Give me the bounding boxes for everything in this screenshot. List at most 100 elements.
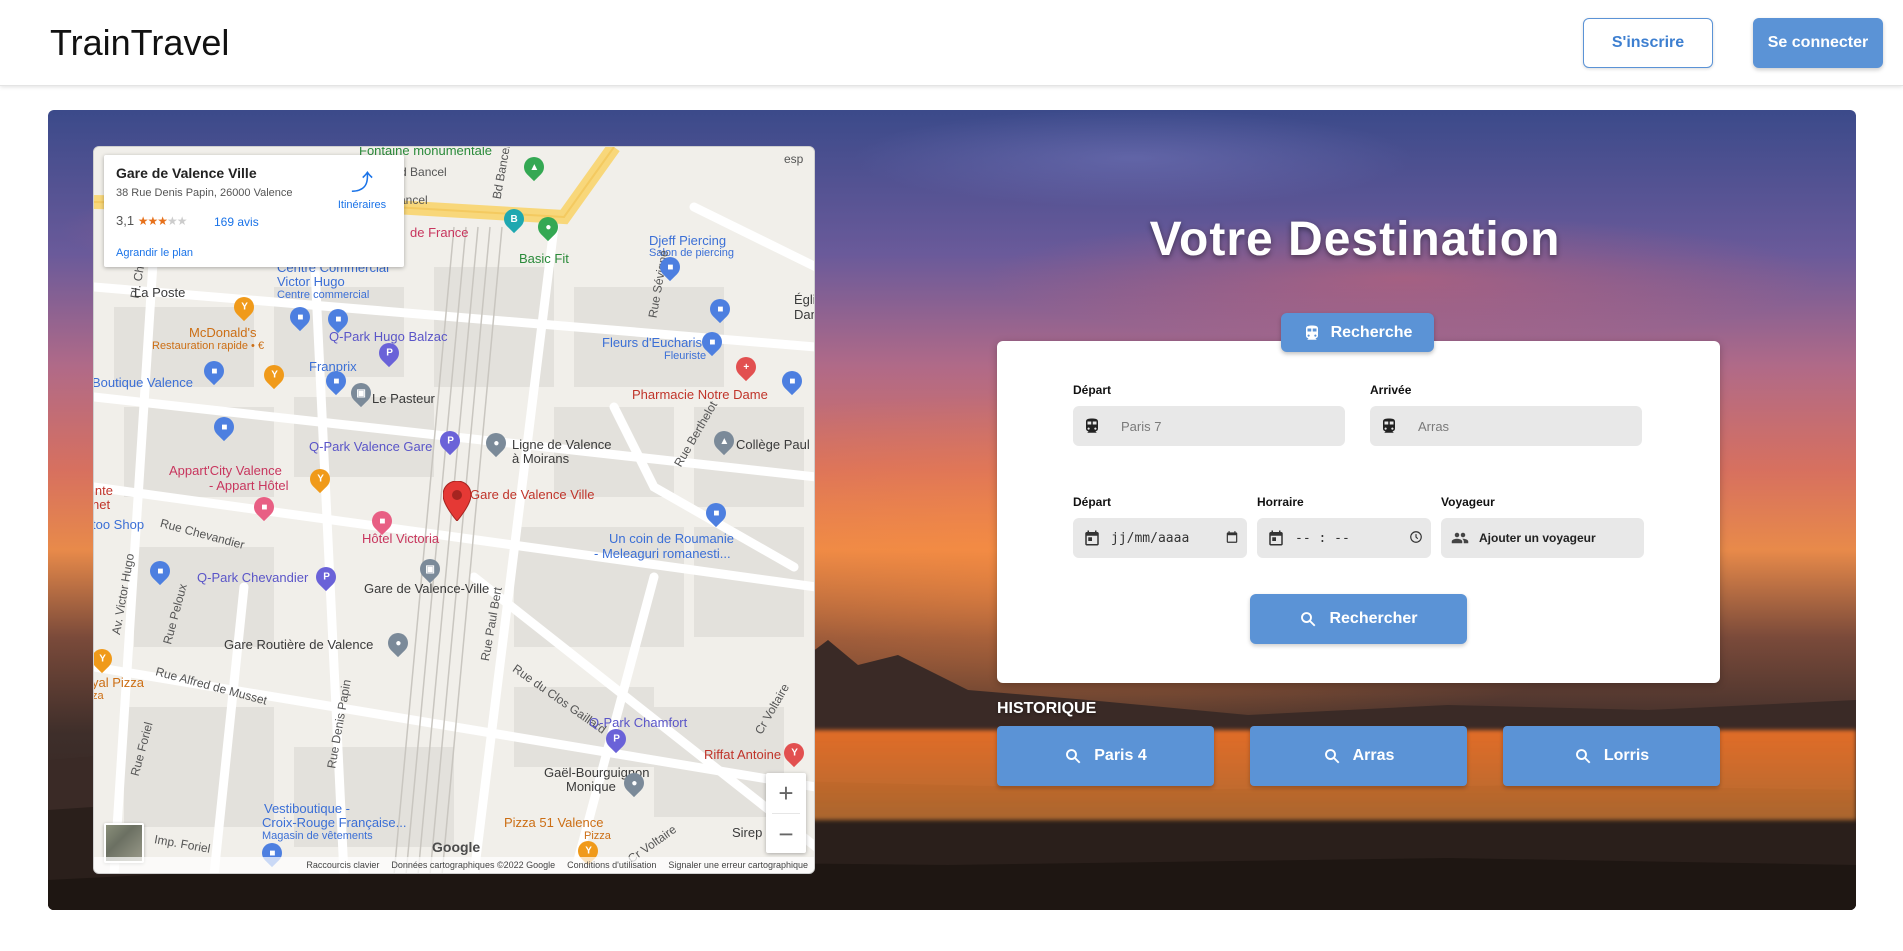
search-tab[interactable]: Recherche	[1281, 313, 1434, 352]
map-label: yal Pizza	[93, 675, 145, 690]
map-label: Djeff Piercing	[649, 233, 727, 248]
search-icon	[1066, 749, 1081, 764]
history-item-button[interactable]: Arras	[1250, 726, 1467, 786]
map-label: Le Pasteur	[372, 391, 435, 406]
calendar-picker-icon[interactable]	[1225, 530, 1239, 549]
directions-button[interactable]: ⤴ Itinéraires	[330, 165, 394, 211]
add-traveler-button[interactable]: Ajouter un voyageur	[1441, 518, 1644, 558]
map-label: Fleurs d'Eucharis	[602, 335, 703, 350]
search-tab-label: Recherche	[1330, 323, 1413, 341]
register-button[interactable]: S'inscrire	[1583, 18, 1713, 68]
rating-value: 3,1	[116, 213, 135, 228]
map-label: Dam	[794, 307, 814, 322]
map-label: - Appart Hôtel	[209, 478, 289, 493]
site-logo[interactable]: TrainTravel	[50, 22, 229, 64]
map-label: McDonald's	[189, 325, 257, 340]
filled-stars: ★★★	[137, 214, 168, 228]
map-label: net	[93, 497, 111, 512]
history-item-label: Paris 4	[1094, 747, 1147, 764]
traveler-label: Voyageur	[1441, 495, 1495, 509]
map-label: Magasin de vêtements	[262, 830, 373, 842]
people-icon	[1441, 529, 1479, 547]
empty-stars: ★★	[166, 214, 187, 228]
calendar-icon	[1073, 529, 1111, 547]
history-title: HISTORIQUE	[997, 700, 1097, 717]
map-label: Un coin de Roumanie	[609, 531, 735, 546]
map-label: Ligne de Valence	[512, 437, 612, 452]
search-submit-button[interactable]: Rechercher	[1250, 594, 1467, 644]
time-label: Horraire	[1257, 495, 1304, 509]
map-data-credit: Données cartographiques ©2022 Google	[391, 860, 556, 870]
search-icon	[1575, 749, 1591, 764]
top-header: TrainTravel S'inscrire Se connecter	[0, 0, 1903, 86]
map-label: Riffat Antoine	[704, 747, 782, 762]
map-label: à Moirans	[512, 451, 570, 466]
google-map[interactable]: Fontaine monumentale Bd Bancel Bd Bancel…	[93, 146, 815, 874]
directions-icon: ⤴	[350, 170, 373, 195]
time-field[interactable]: -- : --	[1257, 518, 1431, 558]
map-label: Vestiboutique -	[264, 801, 351, 816]
history-item-button[interactable]: Paris 4	[997, 726, 1214, 786]
clock-icon[interactable]	[1409, 530, 1423, 549]
map-label: Monique	[566, 779, 616, 794]
terms-link[interactable]: Conditions d'utilisation	[567, 860, 656, 870]
keyboard-shortcuts-link[interactable]: Raccourcis clavier	[306, 860, 379, 870]
departure-field[interactable]: Paris 7	[1073, 406, 1345, 446]
map-label: Centre commercial	[277, 289, 370, 301]
search-icon	[1324, 749, 1340, 764]
departure-input-placeholder: Paris 7	[1121, 418, 1162, 434]
map-label: de France	[410, 225, 469, 240]
rating-stars-icon: ★★★★★	[137, 214, 188, 228]
add-traveler-label: Ajouter un voyageur	[1479, 531, 1596, 545]
map-label: Q-Park Valence Gare	[309, 439, 433, 454]
history-item-button[interactable]: Lorris	[1503, 726, 1720, 786]
reviews-link[interactable]: 169 avis	[214, 215, 259, 229]
departure-label: Départ	[1073, 383, 1112, 397]
train-icon	[1370, 417, 1408, 435]
map-label: Égli	[794, 292, 815, 307]
zoom-control: + −	[766, 773, 806, 853]
report-error-link[interactable]: Signaler une erreur cartographique	[668, 860, 808, 870]
map-label: Pharmacie Notre Dame	[632, 387, 768, 402]
map-label: too Shop	[93, 517, 145, 532]
date-field[interactable]: jj/mm/aaaa	[1073, 518, 1247, 558]
map-label: Basic Fit	[519, 251, 569, 266]
location-marker-icon[interactable]	[443, 481, 471, 521]
map-label: Pizza 51 Valence	[504, 815, 604, 830]
map-label: Q-Park Chevandier	[197, 570, 309, 585]
map-label: Victor Hugo	[277, 274, 345, 289]
map-label: La Poste	[134, 285, 186, 300]
map-label: Sirep	[732, 825, 763, 840]
map-label: Hôtel Victoria	[362, 531, 440, 546]
search-submit-label: Rechercher	[1329, 610, 1418, 627]
map-label: Gare Routière de Valence	[224, 637, 374, 652]
map-label: inte	[93, 483, 113, 498]
map-label: Boutique Valence	[93, 375, 193, 390]
map-label: Croix-Rouge Française...	[262, 815, 407, 830]
zoom-in-button[interactable]: +	[766, 773, 806, 813]
search-icon	[1301, 612, 1316, 627]
time-input-value: -- : --	[1295, 530, 1350, 546]
train-icon	[1305, 325, 1318, 340]
map-label: Fleuriste	[664, 350, 707, 362]
map-label: Q-Park Chamfort	[589, 715, 688, 730]
login-button[interactable]: Se connecter	[1753, 18, 1883, 68]
place-info-card: Gare de Valence Ville 38 Rue Denis Papin…	[104, 155, 404, 267]
enlarge-map-link[interactable]: Agrandir le plan	[116, 247, 193, 259]
map-label: Gare de Valence-Ville	[364, 581, 490, 596]
arrival-label: Arrivée	[1370, 383, 1412, 397]
map-label: Collège Paul	[736, 437, 810, 452]
map-label: Gare de Valence Ville	[470, 487, 595, 502]
arrival-field[interactable]: Arras	[1370, 406, 1642, 446]
date-input-value: jj/mm/aaaa	[1111, 530, 1190, 546]
zoom-out-button[interactable]: −	[766, 814, 806, 854]
directions-label: Itinéraires	[337, 199, 387, 211]
history-item-label: Lorris	[1603, 747, 1650, 764]
map-footer: Raccourcis clavier Données cartographiqu…	[94, 857, 814, 873]
map-label: Restauration rapide • €	[152, 340, 265, 352]
place-rating: 3,1 ★★★★★	[116, 213, 187, 228]
map-label: Appart'City Valence	[169, 463, 282, 478]
hero-title: Votre Destination	[1149, 213, 1561, 266]
calendar-icon	[1257, 529, 1295, 547]
date-label: Départ	[1073, 495, 1112, 509]
